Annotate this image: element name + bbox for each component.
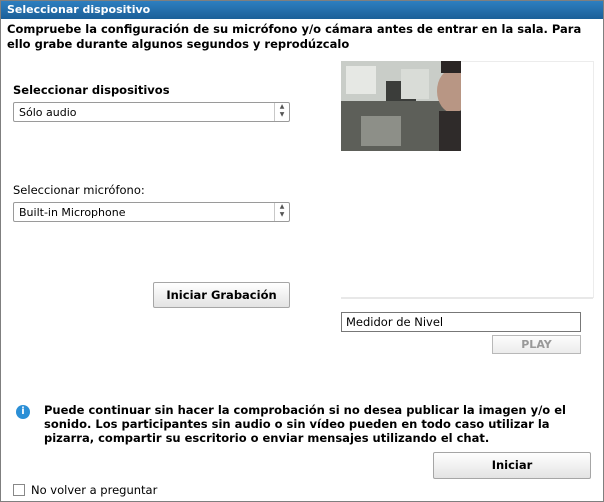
select-arrows-icon: ▲ ▼: [274, 203, 289, 221]
intro-text: Compruebe la configuración de su micrófo…: [7, 22, 582, 51]
dialog-title: Seleccionar dispositivo: [1, 1, 603, 19]
play-button[interactable]: PLAY: [492, 335, 581, 354]
video-divider: [341, 297, 593, 299]
devices-heading: Seleccionar dispositivos: [13, 83, 170, 97]
info-icon: i: [16, 405, 30, 419]
microphone-select[interactable]: Built-in Microphone ▲ ▼: [13, 202, 290, 222]
info-text: Puede continuar sin hacer la comprobació…: [44, 403, 566, 445]
device-select[interactable]: Sólo audio ▲ ▼: [13, 102, 290, 122]
level-meter: Medidor de Nivel: [341, 312, 581, 332]
device-select-value: Sólo audio: [19, 106, 77, 119]
select-device-dialog: Seleccionar dispositivo Compruebe la con…: [0, 0, 604, 502]
camera-preview-image: [341, 61, 461, 151]
dont-ask-checkbox[interactable]: [13, 484, 25, 496]
dont-ask-label: No volver a preguntar: [31, 483, 158, 497]
record-button[interactable]: Iniciar Grabación: [153, 282, 290, 308]
start-button[interactable]: Iniciar: [433, 452, 591, 479]
microphone-label: Seleccionar micrófono:: [13, 183, 145, 197]
camera-preview: [341, 61, 461, 151]
microphone-select-value: Built-in Microphone: [19, 206, 126, 219]
select-arrows-icon: ▲ ▼: [274, 103, 289, 121]
